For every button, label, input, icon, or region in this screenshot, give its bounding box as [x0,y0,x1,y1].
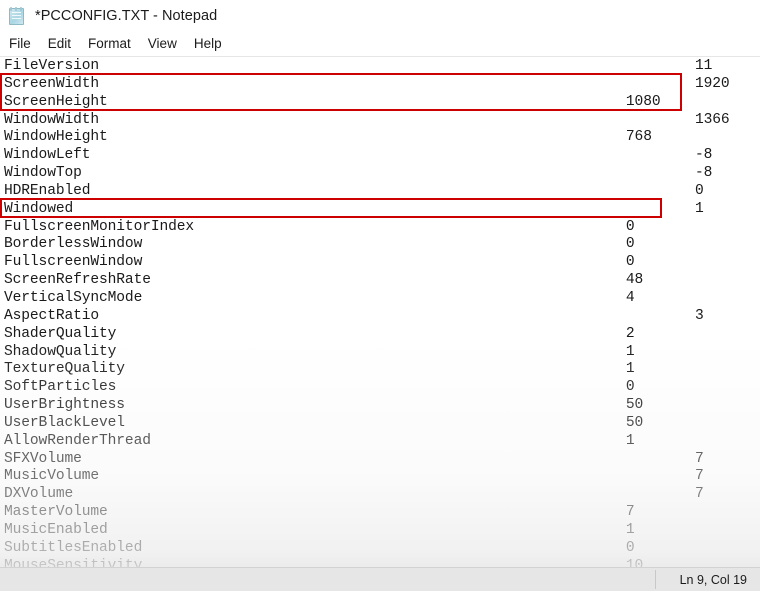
config-line: WindowLeft -8 [4,147,760,165]
config-line: MasterVolume 7 [4,504,760,522]
config-line: AllowRenderThread 1 [4,433,760,451]
config-line: SFXVolume 7 [4,451,760,469]
config-line: SubtitlesEnabled 0 [4,540,760,558]
config-line: FullscreenMonitorIndex 0 [4,219,760,237]
config-line: Windowed 1 [4,201,760,219]
config-line: UserBlackLevel 50 [4,415,760,433]
config-line: FileVersion 11 [4,58,760,76]
config-text-content[interactable]: FileVersion 11ScreenWidth 1920ScreenHeig… [0,57,760,567]
menu-bar: File Edit Format View Help [0,32,760,57]
window-title: *PCCONFIG.TXT - Notepad [35,8,217,24]
cursor-position-indicator: Ln 9, Col 19 [680,573,760,587]
config-line: FullscreenWindow 0 [4,254,760,272]
title-bar: *PCCONFIG.TXT - Notepad [0,0,760,32]
config-line: MouseSensitivity 10 [4,558,760,567]
notepad-icon [7,7,26,26]
menu-item-format[interactable]: Format [80,34,140,54]
config-line: WindowHeight 768 [4,129,760,147]
config-line: DXVolume 7 [4,486,760,504]
menu-item-help[interactable]: Help [186,34,231,54]
config-line: UserBrightness 50 [4,397,760,415]
config-line: MusicVolume 7 [4,468,760,486]
config-line: MusicEnabled 1 [4,522,760,540]
config-line: ScreenRefreshRate 48 [4,272,760,290]
config-line: SoftParticles 0 [4,379,760,397]
config-line: ScreenWidth 1920 [4,76,760,94]
status-bar: Ln 9, Col 19 [0,567,760,591]
text-editor-area[interactable]: FileVersion 11ScreenWidth 1920ScreenHeig… [0,57,760,567]
menu-item-view[interactable]: View [140,34,186,54]
status-bar-divider [655,570,656,589]
config-line: WindowWidth 1366 [4,112,760,130]
config-line: ScreenHeight 1080 [4,94,760,112]
menu-item-file[interactable]: File [7,34,40,54]
menu-item-edit[interactable]: Edit [40,34,80,54]
config-line: TextureQuality 1 [4,361,760,379]
config-line: HDREnabled 0 [4,183,760,201]
config-line: WindowTop -8 [4,165,760,183]
config-line: AspectRatio 3 [4,308,760,326]
config-line: VerticalSyncMode 4 [4,290,760,308]
config-line: ShadowQuality 1 [4,344,760,362]
config-line: ShaderQuality 2 [4,326,760,344]
config-line: BorderlessWindow 0 [4,236,760,254]
notepad-window: *PCCONFIG.TXT - Notepad File Edit Format… [0,0,760,591]
